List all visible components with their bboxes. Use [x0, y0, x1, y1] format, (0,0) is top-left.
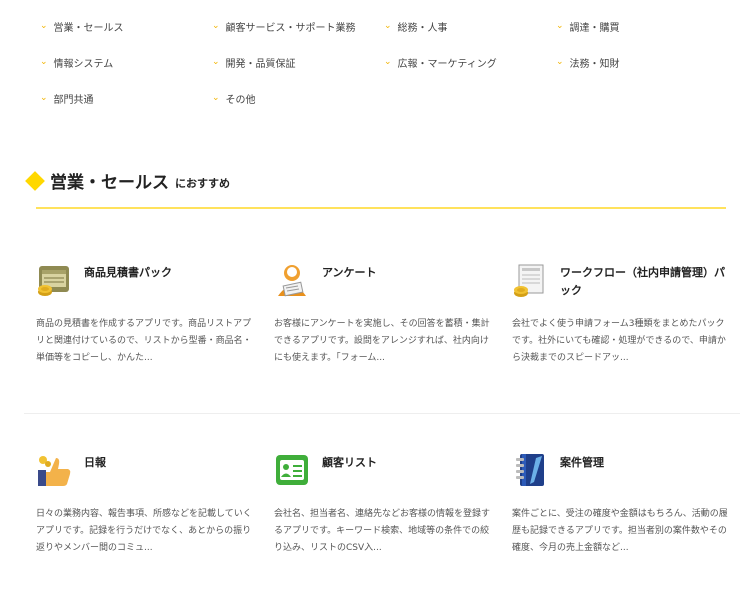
category-row: ⌄ 部門共通 ⌄ その他: [40, 80, 720, 116]
category-procurement[interactable]: ⌄ 調達・購買: [556, 19, 716, 34]
chevron-down-icon: ⌄: [212, 93, 220, 103]
app-description: お客様にアンケートを実施し、その回答を蓄積・集計できるアプリです。設問をアレンジ…: [274, 319, 490, 363]
app-description: 会社名、担当者名、連絡先などお客様の情報を登録するアプリです。キーワード検索、地…: [274, 509, 491, 553]
chevron-down-icon: ⌄: [40, 21, 48, 31]
contact-card-icon: [274, 452, 310, 488]
chevron-down-icon: ⌄: [40, 57, 48, 67]
chevron-down-icon: ⌄: [212, 57, 220, 67]
app-description: 商品の見積書を作成するアプリです。商品リストアプリと関連付けているので、リストか…: [36, 319, 252, 363]
category-marketing[interactable]: ⌄ 広報・マーケティング: [384, 55, 556, 70]
category-common[interactable]: ⌄ 部門共通: [40, 91, 212, 106]
section-divider: [36, 207, 726, 209]
document-coins-icon: [512, 262, 548, 298]
app-description: 会社でよく使う申請フォーム3種類をまとめたパックです。社外にいても確認・処理がで…: [512, 319, 726, 363]
category-general-affairs[interactable]: ⌄ 総務・人事: [384, 19, 556, 34]
category-customer-service[interactable]: ⌄ 顧客サービス・サポート業務: [212, 19, 384, 34]
section-title: 営業・セールス: [50, 173, 169, 193]
category-it[interactable]: ⌄ 情報システム: [40, 55, 212, 70]
person-survey-icon: [274, 262, 310, 298]
chevron-down-icon: ⌄: [384, 57, 392, 67]
app-title[interactable]: 日報: [84, 452, 106, 472]
category-development[interactable]: ⌄ 開発・品質保証: [212, 55, 384, 70]
app-card[interactable]: アンケート お客様にアンケートを実施し、その回答を蓄積・集計できるアプリです。設…: [274, 262, 490, 367]
section-suffix: におすすめ: [175, 177, 230, 190]
app-description: 案件ごとに、受注の確度や金額はもちろん、活動の履歴も記録できるアプリです。担当者…: [512, 509, 728, 553]
row-divider: [24, 413, 740, 414]
app-card[interactable]: 顧客リスト 会社名、担当者名、連絡先などお客様の情報を登録するアプリです。キーワ…: [274, 452, 490, 557]
app-title[interactable]: ワークフロー（社内申請管理）パック: [560, 262, 728, 300]
chevron-down-icon: ⌄: [40, 93, 48, 103]
app-card[interactable]: ワークフロー（社内申請管理）パック 会社でよく使う申請フォーム3種類をまとめたパ…: [512, 262, 728, 367]
app-title[interactable]: アンケート: [322, 262, 377, 282]
category-sales[interactable]: ⌄ 営業・セールス: [40, 19, 212, 34]
app-title[interactable]: 商品見積書パック: [84, 262, 172, 282]
chevron-down-icon: ⌄: [556, 57, 564, 67]
chevron-down-icon: ⌄: [556, 21, 564, 31]
chevron-down-icon: ⌄: [212, 21, 220, 31]
category-row: ⌄ 営業・セールス ⌄ 顧客サービス・サポート業務 ⌄ 総務・人事 ⌄ 調達・購買: [40, 8, 720, 44]
thumbs-up-icon: [36, 452, 72, 488]
app-card[interactable]: 日報 日々の業務内容、報告事項、所感などを記載していくアプリです。記録を行うだけ…: [36, 452, 252, 557]
diamond-icon: [25, 171, 45, 191]
app-title[interactable]: 案件管理: [560, 452, 604, 472]
notebook-icon: [512, 452, 548, 488]
app-title[interactable]: 顧客リスト: [322, 452, 377, 472]
app-card[interactable]: 案件管理 案件ごとに、受注の確度や金額はもちろん、活動の履歴も記録できるアプリで…: [512, 452, 728, 557]
app-card[interactable]: 商品見積書パック 商品の見積書を作成するアプリです。商品リストアプリと関連付けて…: [36, 262, 252, 367]
category-row: ⌄ 情報システム ⌄ 開発・品質保証 ⌄ 広報・マーケティング ⌄ 法務・知財: [40, 44, 720, 80]
section-heading: 営業・セールス におすすめ: [25, 168, 230, 193]
category-nav: ⌄ 営業・セールス ⌄ 顧客サービス・サポート業務 ⌄ 総務・人事 ⌄ 調達・購買 ⌄ 情…: [40, 8, 720, 116]
app-description: 日々の業務内容、報告事項、所感などを記載していくアプリです。記録を行うだけでなく…: [36, 509, 252, 553]
category-legal[interactable]: ⌄ 法務・知財: [556, 55, 716, 70]
coins-invoice-icon: [36, 262, 72, 298]
category-other[interactable]: ⌄ その他: [212, 91, 384, 106]
chevron-down-icon: ⌄: [384, 21, 392, 31]
